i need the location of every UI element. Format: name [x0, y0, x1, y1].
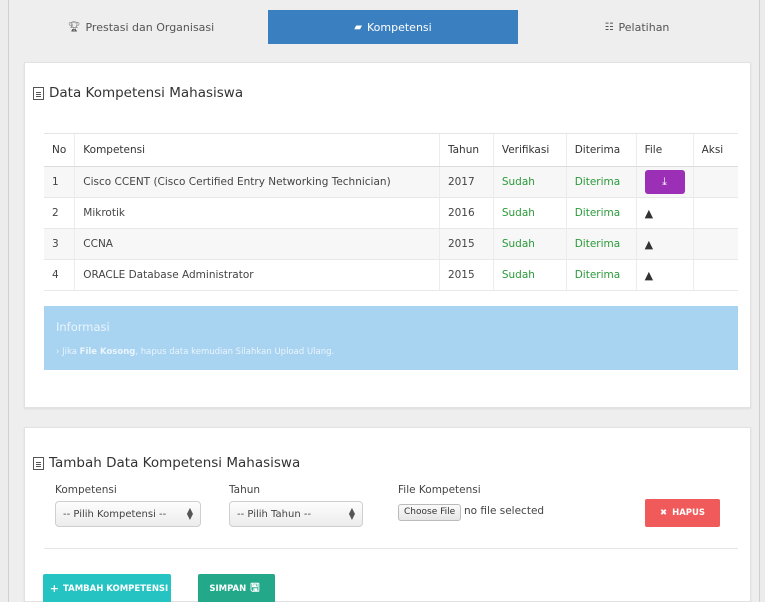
panel-title: Tambah Data Kompetensi Mahasiswa — [33, 455, 300, 471]
cell-no: 4 — [44, 259, 75, 291]
cell-verifikasi: Sudah — [492, 197, 567, 229]
tab-label: Prestasi dan Organisasi — [85, 20, 215, 34]
cell-aksi — [692, 197, 738, 229]
document-icon — [33, 86, 44, 100]
cell-aksi — [692, 228, 738, 260]
warning-icon: ▲ — [644, 237, 654, 251]
column-header: File — [635, 133, 694, 167]
tab-label: Pelatihan — [618, 20, 670, 34]
column-header: Verifikasi — [492, 133, 567, 167]
cell-no: 2 — [44, 197, 75, 229]
hapus-label: HAPUS — [672, 508, 706, 518]
save-icon: 🖫 — [250, 581, 260, 594]
cell-verifikasi: Sudah — [492, 228, 567, 260]
column-header: Aksi — [692, 133, 738, 167]
info-prefix: Jika — [62, 347, 77, 357]
cell-diterima: Diterima — [565, 166, 637, 198]
column-header: Tahun — [438, 133, 494, 167]
tab-pelatihan[interactable]: ☷ Pelatihan — [522, 10, 752, 44]
tambah-label: TAMBAH KOMPETENSI — [62, 583, 169, 594]
simpan-label: SIMPAN — [209, 583, 247, 594]
book-icon: ▰ — [354, 21, 362, 33]
cell-no: 1 — [44, 166, 75, 198]
list-icon: ☷ — [604, 21, 614, 33]
plus-icon: + — [49, 582, 59, 595]
cell-file: ▲ — [635, 228, 694, 260]
choose-file-button[interactable]: Choose File — [398, 504, 462, 521]
cell-diterima: Diterima — [565, 197, 637, 229]
column-header: No — [44, 133, 75, 167]
column-header: Diterima — [565, 133, 637, 167]
kompetensi-table: No Kompetensi Tahun Verifikasi Diterima … — [44, 133, 738, 291]
trophy-icon: 🏆︎ — [67, 21, 81, 33]
info-bold: File Kosong — [79, 347, 136, 357]
info-title: Informasi — [56, 320, 110, 334]
table-row: 3 CCNA 2015 Sudah Diterima ▲ — [44, 228, 738, 260]
tab-kompetensi[interactable]: ▰ Kompetensi — [268, 10, 518, 44]
tambah-kompetensi-button[interactable]: + TAMBAH KOMPETENSI — [43, 574, 171, 602]
panel-title-text: Tambah Data Kompetensi Mahasiswa — [49, 455, 301, 471]
table-row: 1 Cisco CCENT (Cisco Certified Entry Net… — [44, 166, 738, 198]
cell-file: ▲ — [635, 259, 694, 291]
close-icon: ✖ — [659, 508, 668, 518]
warning-icon: ▲ — [644, 268, 654, 282]
info-text: › Jika File Kosong, hapus data kemudian … — [56, 347, 334, 357]
cell-tahun: 2015 — [438, 228, 494, 260]
tab-prestasi-organisasi[interactable]: 🏆︎ Prestasi dan Organisasi — [22, 10, 260, 44]
cell-aksi — [692, 166, 738, 198]
cell-verifikasi: Sudah — [492, 166, 567, 198]
info-box: Informasi › Jika File Kosong, hapus data… — [44, 306, 738, 370]
chevron-right-icon: › — [56, 347, 60, 357]
column-header: Kompetensi — [74, 133, 440, 167]
cell-kompetensi: Mikrotik — [74, 197, 440, 229]
tab-label: Kompetensi — [367, 20, 432, 34]
kompetensi-label: Kompetensi — [55, 484, 117, 496]
cell-tahun: 2015 — [438, 259, 494, 291]
cell-no: 3 — [44, 228, 75, 260]
table-row: 2 Mikrotik 2016 Sudah Diterima ▲ — [44, 197, 738, 229]
cell-tahun: 2016 — [438, 197, 494, 229]
data-kompetensi-panel: Data Kompetensi Mahasiswa No Kompetensi … — [24, 62, 751, 408]
cell-aksi — [692, 259, 738, 291]
panel-title-text: Data Kompetensi Mahasiswa — [49, 85, 244, 101]
cell-diterima: Diterima — [565, 259, 637, 291]
tambah-kompetensi-panel: Tambah Data Kompetensi Mahasiswa Kompete… — [24, 427, 751, 602]
cell-tahun: 2017 — [438, 166, 494, 198]
tab-bar: 🏆︎ Prestasi dan Organisasi ▰ Kompetensi … — [0, 10, 765, 44]
cell-kompetensi: ORACLE Database Administrator — [74, 259, 440, 291]
select-arrows-icon: ▲ ▼ — [348, 506, 355, 521]
file-kompetensi-label: File Kompetensi — [398, 484, 481, 496]
cell-verifikasi: Sudah — [492, 259, 567, 291]
tahun-select[interactable]: -- Pilih Tahun -- ▲ ▼ — [229, 501, 363, 527]
cell-file: ▲ — [635, 197, 694, 229]
table-row: 4 ORACLE Database Administrator 2015 Sud… — [44, 259, 738, 291]
download-button[interactable]: ⤓ — [644, 170, 685, 194]
panel-title: Data Kompetensi Mahasiswa — [33, 85, 243, 101]
tahun-select-value: -- Pilih Tahun -- — [237, 508, 312, 520]
cell-kompetensi: CCNA — [74, 228, 440, 260]
tahun-label: Tahun — [229, 484, 261, 496]
kompetensi-select[interactable]: -- Pilih Kompetensi -- ▲ ▼ — [55, 501, 201, 527]
cell-kompetensi: Cisco CCENT (Cisco Certified Entry Netwo… — [74, 166, 440, 198]
kompetensi-select-value: -- Pilih Kompetensi -- — [63, 508, 167, 520]
info-suffix: , hapus data kemudian Silahkan Upload Ul… — [135, 347, 335, 357]
table-header-row: No Kompetensi Tahun Verifikasi Diterima … — [44, 133, 738, 167]
select-arrows-icon: ▲ ▼ — [186, 506, 193, 521]
no-file-text: no file selected — [464, 505, 545, 517]
document-icon — [33, 456, 44, 470]
cell-file: ⤓ — [635, 166, 694, 198]
download-icon: ⤓ — [662, 175, 668, 188]
warning-icon: ▲ — [644, 206, 654, 220]
cell-diterima: Diterima — [565, 228, 637, 260]
divider — [44, 548, 738, 549]
simpan-button[interactable]: SIMPAN 🖫 — [198, 574, 275, 602]
hapus-button[interactable]: ✖ HAPUS — [645, 499, 720, 527]
